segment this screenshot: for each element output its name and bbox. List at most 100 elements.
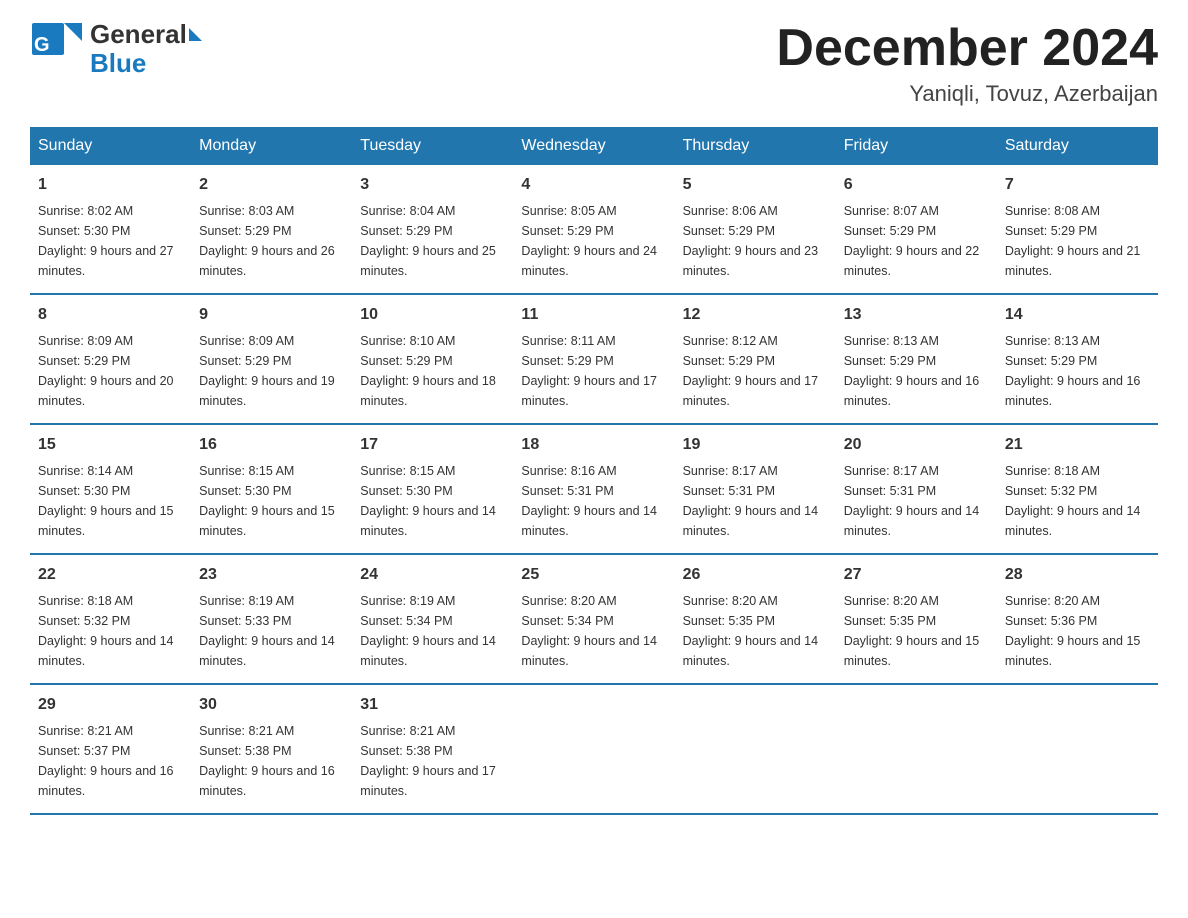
day-info: Sunrise: 8:19 AMSunset: 5:34 PMDaylight:… — [360, 591, 505, 671]
calendar-week-row-1: 1 Sunrise: 8:02 AMSunset: 5:30 PMDaylight… — [30, 165, 1158, 294]
calendar-cell: 24 Sunrise: 8:19 AMSunset: 5:34 PMDayligh… — [352, 554, 513, 684]
calendar-cell: 4Sunrise: 8:05 AMSunset: 5:29 PMDaylight… — [513, 165, 674, 294]
calendar-cell: 16 Sunrise: 8:15 AMSunset: 5:30 PMDayligh… — [191, 424, 352, 554]
day-number: 15 — [38, 433, 183, 457]
calendar-cell: 2Sunrise: 8:03 AMSunset: 5:29 PMDaylight… — [191, 165, 352, 294]
day-info: Sunrise: 8:21 AMSunset: 5:37 PMDaylight:… — [38, 721, 183, 801]
day-info: Sunrise: 8:03 AMSunset: 5:29 PMDaylight:… — [199, 201, 344, 281]
day-number: 16 — [199, 433, 344, 457]
calendar-cell: 27 Sunrise: 8:20 AMSunset: 5:35 PMDayligh… — [836, 554, 997, 684]
calendar-cell: 8 Sunrise: 8:09 AMSunset: 5:29 PMDaylight… — [30, 294, 191, 424]
weekday-header-tuesday: Tuesday — [352, 127, 513, 165]
calendar-cell: 18 Sunrise: 8:16 AMSunset: 5:31 PMDayligh… — [513, 424, 674, 554]
day-number: 28 — [1005, 563, 1150, 587]
day-number: 27 — [844, 563, 989, 587]
day-number: 20 — [844, 433, 989, 457]
day-number: 14 — [1005, 303, 1150, 327]
calendar-cell: 29Sunrise: 8:21 AMSunset: 5:37 PMDayligh… — [30, 684, 191, 814]
logo: G General Blue — [30, 20, 202, 77]
calendar-cell — [675, 684, 836, 814]
day-info: Sunrise: 8:11 AMSunset: 5:29 PMDaylight:… — [521, 331, 666, 411]
day-info: Sunrise: 8:18 AMSunset: 5:32 PMDaylight:… — [1005, 461, 1150, 541]
calendar-cell: 6 Sunrise: 8:07 AMSunset: 5:29 PMDaylight… — [836, 165, 997, 294]
calendar-cell: 14 Sunrise: 8:13 AMSunset: 5:29 PMDayligh… — [997, 294, 1158, 424]
day-number: 19 — [683, 433, 828, 457]
calendar-cell: 11 Sunrise: 8:11 AMSunset: 5:29 PMDayligh… — [513, 294, 674, 424]
day-info: Sunrise: 8:09 AMSunset: 5:29 PMDaylight:… — [38, 331, 183, 411]
calendar-cell: 5Sunrise: 8:06 AMSunset: 5:29 PMDaylight… — [675, 165, 836, 294]
day-info: Sunrise: 8:13 AMSunset: 5:29 PMDaylight:… — [1005, 331, 1150, 411]
calendar-cell: 1 Sunrise: 8:02 AMSunset: 5:30 PMDaylight… — [30, 165, 191, 294]
calendar-cell: 26Sunrise: 8:20 AMSunset: 5:35 PMDayligh… — [675, 554, 836, 684]
calendar-cell: 25Sunrise: 8:20 AMSunset: 5:34 PMDayligh… — [513, 554, 674, 684]
calendar-cell: 21 Sunrise: 8:18 AMSunset: 5:32 PMDayligh… — [997, 424, 1158, 554]
day-number: 10 — [360, 303, 505, 327]
day-info: Sunrise: 8:17 AMSunset: 5:31 PMDaylight:… — [844, 461, 989, 541]
day-info: Sunrise: 8:06 AMSunset: 5:29 PMDaylight:… — [683, 201, 828, 281]
calendar-cell — [836, 684, 997, 814]
calendar-table: SundayMondayTuesdayWednesdayThursdayFrid… — [30, 127, 1158, 815]
day-info: Sunrise: 8:20 AMSunset: 5:35 PMDaylight:… — [844, 591, 989, 671]
day-number: 21 — [1005, 433, 1150, 457]
day-info: Sunrise: 8:04 AMSunset: 5:29 PMDaylight:… — [360, 201, 505, 281]
month-title: December 2024 — [776, 20, 1158, 77]
day-number: 13 — [844, 303, 989, 327]
calendar-cell — [997, 684, 1158, 814]
weekday-header-thursday: Thursday — [675, 127, 836, 165]
svg-text:G: G — [34, 34, 50, 56]
calendar-cell: 10 Sunrise: 8:10 AMSunset: 5:29 PMDayligh… — [352, 294, 513, 424]
calendar-cell: 22 Sunrise: 8:18 AMSunset: 5:32 PMDayligh… — [30, 554, 191, 684]
title-section: December 2024 Yaniqli, Tovuz, Azerbaijan — [776, 20, 1158, 107]
page-header: G General Blue December 2024 Yaniqli, To… — [30, 20, 1158, 107]
day-info: Sunrise: 8:02 AMSunset: 5:30 PMDaylight:… — [38, 201, 183, 281]
calendar-cell — [513, 684, 674, 814]
calendar-cell: 28 Sunrise: 8:20 AMSunset: 5:36 PMDayligh… — [997, 554, 1158, 684]
day-number: 18 — [521, 433, 666, 457]
calendar-cell: 3Sunrise: 8:04 AMSunset: 5:29 PMDaylight… — [352, 165, 513, 294]
logo-mark: G — [30, 21, 82, 77]
weekday-header-wednesday: Wednesday — [513, 127, 674, 165]
day-info: Sunrise: 8:13 AMSunset: 5:29 PMDaylight:… — [844, 331, 989, 411]
day-number: 12 — [683, 303, 828, 327]
day-info: Sunrise: 8:17 AMSunset: 5:31 PMDaylight:… — [683, 461, 828, 541]
day-number: 8 — [38, 303, 183, 327]
day-info: Sunrise: 8:18 AMSunset: 5:32 PMDaylight:… — [38, 591, 183, 671]
day-number: 4 — [521, 173, 666, 197]
day-number: 22 — [38, 563, 183, 587]
day-number: 1 — [38, 173, 183, 197]
day-info: Sunrise: 8:07 AMSunset: 5:29 PMDaylight:… — [844, 201, 989, 281]
day-info: Sunrise: 8:21 AMSunset: 5:38 PMDaylight:… — [199, 721, 344, 801]
day-info: Sunrise: 8:16 AMSunset: 5:31 PMDaylight:… — [521, 461, 666, 541]
day-info: Sunrise: 8:15 AMSunset: 5:30 PMDaylight:… — [199, 461, 344, 541]
day-info: Sunrise: 8:19 AMSunset: 5:33 PMDaylight:… — [199, 591, 344, 671]
weekday-header-saturday: Saturday — [997, 127, 1158, 165]
day-info: Sunrise: 8:20 AMSunset: 5:35 PMDaylight:… — [683, 591, 828, 671]
day-number: 25 — [521, 563, 666, 587]
day-info: Sunrise: 8:14 AMSunset: 5:30 PMDaylight:… — [38, 461, 183, 541]
calendar-cell: 17Sunrise: 8:15 AMSunset: 5:30 PMDayligh… — [352, 424, 513, 554]
day-number: 24 — [360, 563, 505, 587]
day-number: 6 — [844, 173, 989, 197]
day-number: 11 — [521, 303, 666, 327]
day-info: Sunrise: 8:09 AMSunset: 5:29 PMDaylight:… — [199, 331, 344, 411]
day-number: 23 — [199, 563, 344, 587]
day-number: 30 — [199, 693, 344, 717]
day-number: 9 — [199, 303, 344, 327]
calendar-cell: 30 Sunrise: 8:21 AMSunset: 5:38 PMDayligh… — [191, 684, 352, 814]
calendar-cell: 9 Sunrise: 8:09 AMSunset: 5:29 PMDaylight… — [191, 294, 352, 424]
weekday-header-row: SundayMondayTuesdayWednesdayThursdayFrid… — [30, 127, 1158, 165]
calendar-cell: 23 Sunrise: 8:19 AMSunset: 5:33 PMDayligh… — [191, 554, 352, 684]
day-number: 7 — [1005, 173, 1150, 197]
day-info: Sunrise: 8:10 AMSunset: 5:29 PMDaylight:… — [360, 331, 505, 411]
day-info: Sunrise: 8:15 AMSunset: 5:30 PMDaylight:… — [360, 461, 505, 541]
calendar-week-row-5: 29Sunrise: 8:21 AMSunset: 5:37 PMDayligh… — [30, 684, 1158, 814]
calendar-week-row-3: 15 Sunrise: 8:14 AMSunset: 5:30 PMDayligh… — [30, 424, 1158, 554]
calendar-cell: 20 Sunrise: 8:17 AMSunset: 5:31 PMDayligh… — [836, 424, 997, 554]
calendar-cell: 12Sunrise: 8:12 AMSunset: 5:29 PMDayligh… — [675, 294, 836, 424]
day-number: 31 — [360, 693, 505, 717]
weekday-header-friday: Friday — [836, 127, 997, 165]
calendar-week-row-4: 22 Sunrise: 8:18 AMSunset: 5:32 PMDayligh… — [30, 554, 1158, 684]
day-info: Sunrise: 8:21 AMSunset: 5:38 PMDaylight:… — [360, 721, 505, 801]
day-info: Sunrise: 8:08 AMSunset: 5:29 PMDaylight:… — [1005, 201, 1150, 281]
day-info: Sunrise: 8:20 AMSunset: 5:36 PMDaylight:… — [1005, 591, 1150, 671]
